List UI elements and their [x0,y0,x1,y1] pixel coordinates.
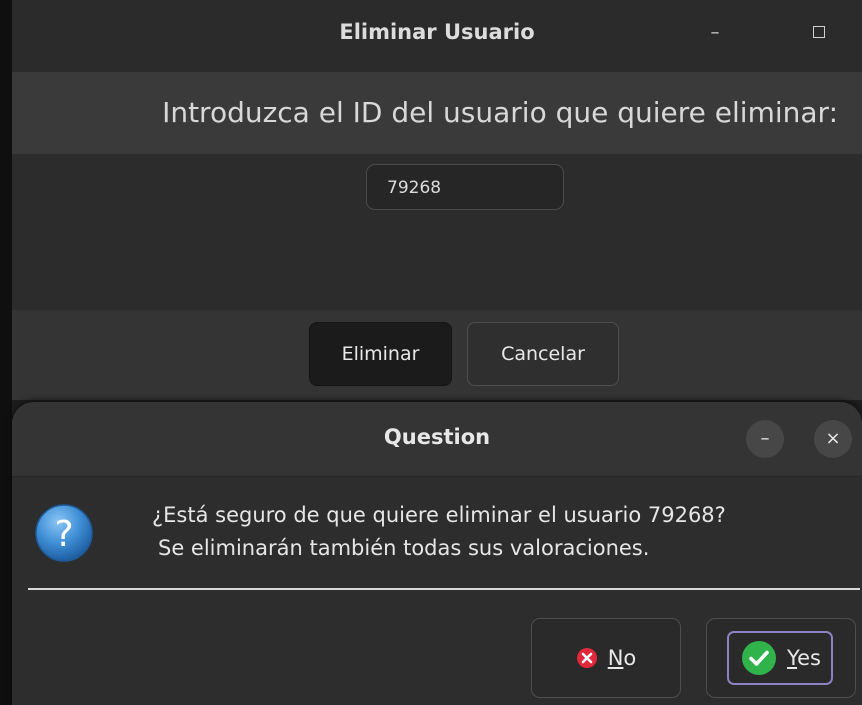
dialog-minimize-button[interactable]: – [746,420,784,458]
checkmark-icon [742,641,777,675]
minimize-icon: – [710,22,720,43]
dialog-message: ¿Está seguro de que quiere eliminar el u… [152,499,726,565]
minimize-button[interactable]: – [700,18,730,48]
maximize-icon [813,26,825,38]
dialog-titlebar[interactable]: Question – × [12,402,862,477]
message-line-1: ¿Está seguro de que quiere eliminar el u… [152,503,726,527]
yes-button[interactable]: Yes [706,618,856,698]
minimize-icon: – [760,428,770,449]
no-label-rest: o [623,646,637,670]
eliminar-button[interactable]: Eliminar [309,322,452,386]
cancel-x-icon [576,648,597,668]
desktop-edge [0,0,12,705]
dialog-title: Question [383,425,491,449]
question-icon: ? [35,504,93,562]
no-mnemonic: N [607,646,624,670]
no-label: No [608,646,637,670]
message-line-2: Se eliminarán también todas sus valoraci… [158,536,650,560]
question-dialog: Question – × ? ¿Está seguro de que quier… [12,402,862,705]
yes-label: Yes [787,646,821,670]
prompt-label: Introduzca el ID del usuario que quiere … [162,96,838,129]
svg-text:?: ? [54,514,73,555]
eliminar-usuario-window: Eliminar Usuario – Introduzca el ID del … [12,0,862,400]
window-title: Eliminar Usuario [339,20,535,44]
cancelar-button[interactable]: Cancelar [467,322,619,386]
button-panel: Eliminar Cancelar [12,310,862,400]
separator [28,588,860,590]
window-titlebar[interactable]: Eliminar Usuario – [12,0,862,73]
user-id-input[interactable]: 79268 [366,164,564,210]
dialog-close-button[interactable]: × [814,420,852,458]
yes-label-rest: es [797,646,821,670]
maximize-button[interactable] [804,18,834,48]
prompt-panel: Introduzca el ID del usuario que quiere … [12,72,862,154]
close-icon: × [825,428,841,449]
yes-mnemonic: Y [787,646,798,670]
no-button[interactable]: No [531,618,681,698]
input-panel: 79268 [12,154,862,310]
